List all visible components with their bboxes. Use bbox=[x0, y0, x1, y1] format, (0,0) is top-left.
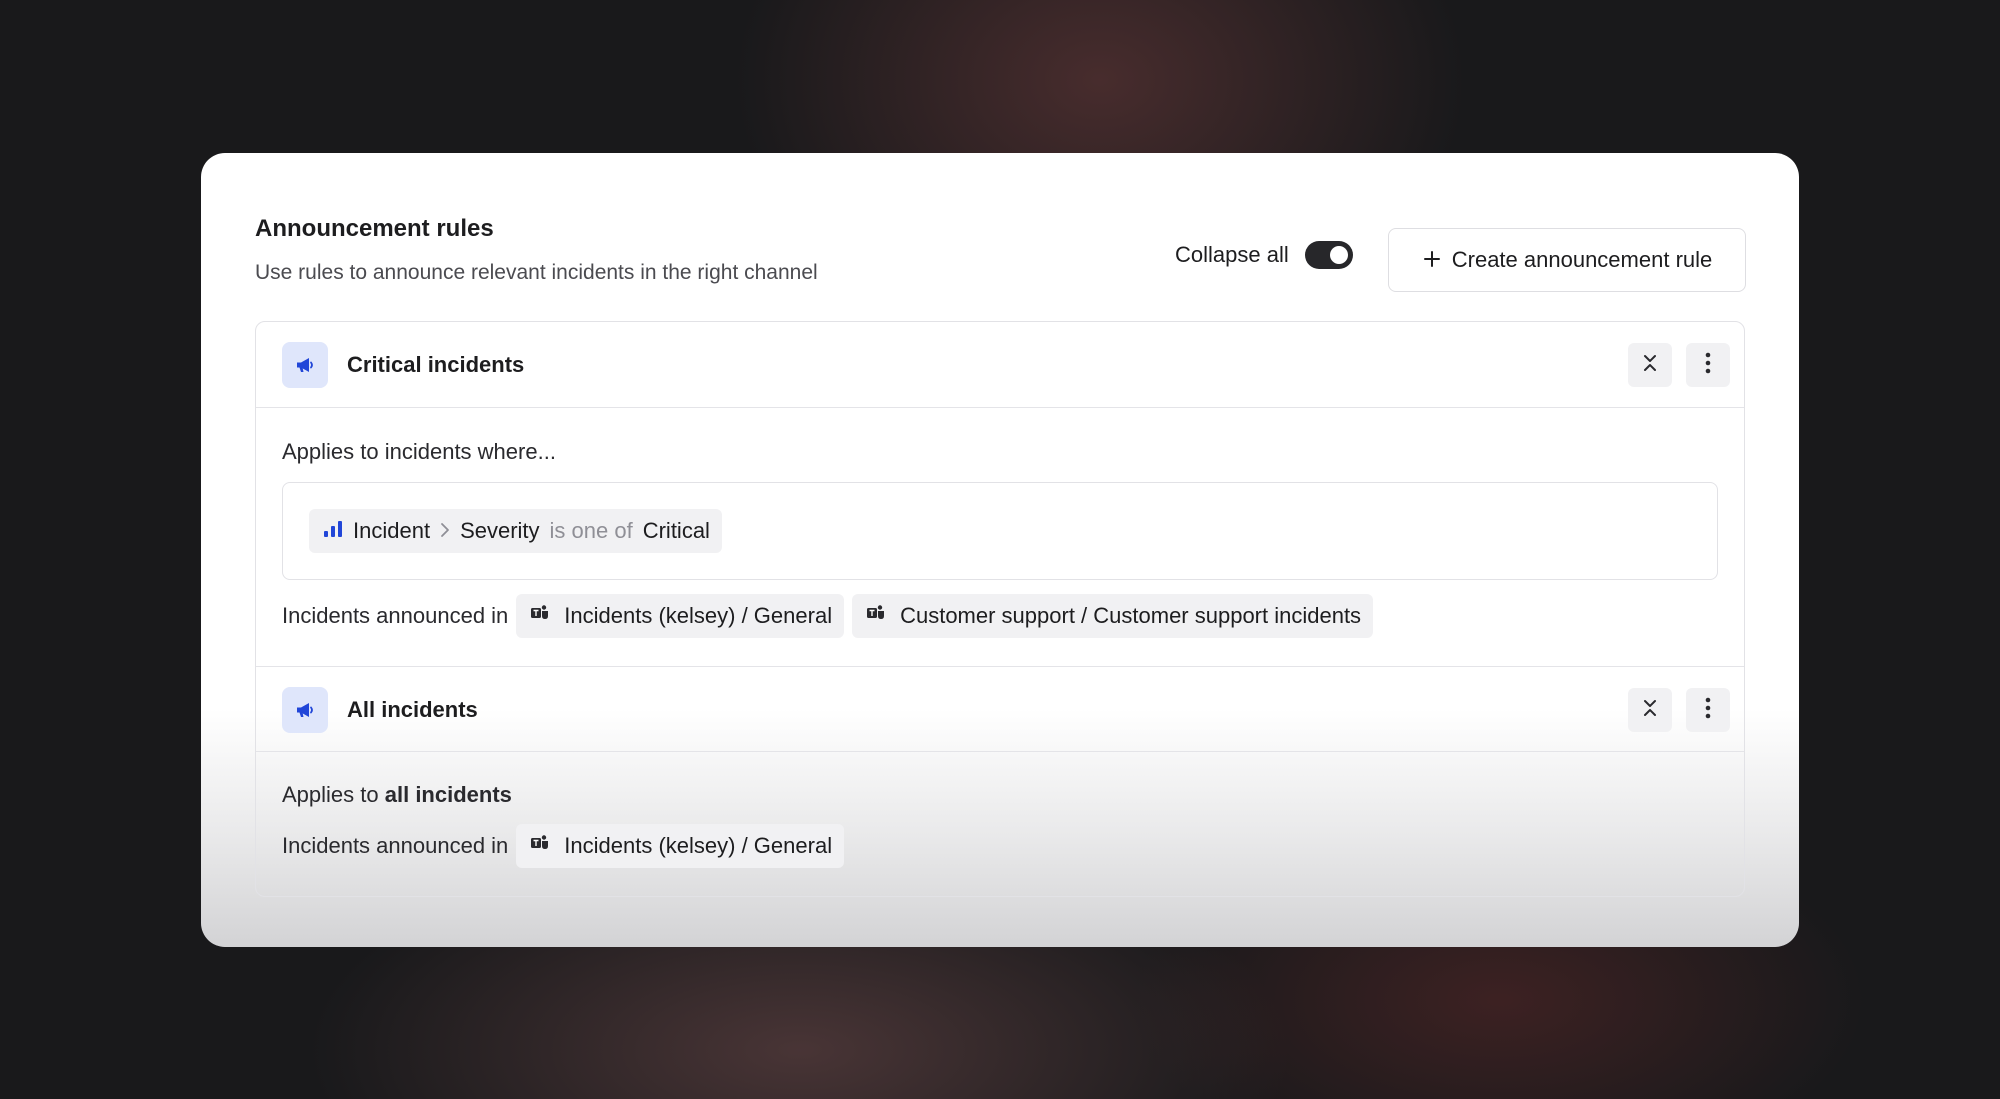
teams-icon bbox=[866, 603, 886, 629]
collapse-all-toggle[interactable] bbox=[1304, 241, 1353, 269]
rule-name: Critical incidents bbox=[347, 352, 525, 377]
megaphone-icon bbox=[282, 342, 328, 388]
teams-icon bbox=[530, 603, 550, 629]
rule-more-button[interactable] bbox=[1686, 688, 1730, 732]
applies-prefix: Applies to bbox=[282, 782, 379, 807]
condition-value: Critical bbox=[642, 518, 710, 543]
channel-pill[interactable]: Incidents (kelsey) / General bbox=[516, 824, 845, 868]
collapse-all-label: Collapse all bbox=[1175, 242, 1289, 267]
create-button-label: Create announcement rule bbox=[1451, 247, 1713, 272]
page-subtitle: Use rules to announce relevant incidents… bbox=[255, 261, 818, 284]
announced-in-row: Incidents announced in Incidents (kelsey… bbox=[282, 594, 1374, 638]
channel-pill[interactable]: Incidents (kelsey) / General bbox=[516, 594, 845, 638]
channel-name: Incidents (kelsey) / General bbox=[564, 603, 833, 628]
collapse-chevrons-icon bbox=[1641, 697, 1659, 724]
severity-bars-icon bbox=[323, 518, 343, 544]
toggle-knob bbox=[1329, 246, 1348, 264]
condition-entity: Incident bbox=[353, 518, 431, 543]
create-announcement-rule-button[interactable]: Create announcement rule bbox=[1388, 228, 1746, 292]
applies-label: Applies to incidents where... bbox=[282, 439, 556, 464]
announced-in-row: Incidents announced in Incidents (kelsey… bbox=[282, 824, 845, 868]
channel-name: Incidents (kelsey) / General bbox=[564, 833, 833, 858]
plus-icon bbox=[1422, 247, 1442, 273]
rule-more-button[interactable] bbox=[1686, 343, 1730, 387]
applies-line: Applies to all incidents bbox=[282, 782, 512, 808]
page-title: Announcement rules bbox=[255, 215, 494, 242]
rule-header-critical[interactable]: Critical incidents bbox=[256, 322, 1744, 408]
rule-header-all[interactable]: All incidents bbox=[256, 666, 1744, 752]
collapse-rule-button[interactable] bbox=[1628, 343, 1672, 387]
megaphone-icon bbox=[282, 687, 328, 733]
teams-icon bbox=[530, 833, 550, 859]
condition-field: Severity bbox=[460, 518, 540, 543]
chevron-right-icon bbox=[440, 518, 450, 544]
condition-operator: is one of bbox=[549, 518, 633, 543]
condition-box: Incident Severity is one of Critical bbox=[282, 482, 1718, 580]
channel-pill[interactable]: Customer support / Customer support inci… bbox=[852, 594, 1374, 638]
rules-list: Critical incidents Applies to incidents … bbox=[255, 321, 1745, 897]
more-vertical-icon bbox=[1705, 351, 1711, 380]
announcement-rules-card: Announcement rules Use rules to announce… bbox=[201, 153, 1799, 947]
collapse-chevrons-icon bbox=[1641, 352, 1659, 379]
announced-in-label: Incidents announced in bbox=[282, 603, 509, 628]
applies-scope: all incidents bbox=[384, 782, 512, 807]
announced-in-label: Incidents announced in bbox=[282, 833, 509, 858]
condition-pill[interactable]: Incident Severity is one of Critical bbox=[309, 509, 722, 553]
channel-name: Customer support / Customer support inci… bbox=[900, 603, 1362, 628]
collapse-all-control: Collapse all bbox=[1175, 241, 1353, 269]
collapse-rule-button[interactable] bbox=[1628, 688, 1672, 732]
more-vertical-icon bbox=[1705, 696, 1711, 725]
rule-name: All incidents bbox=[347, 697, 478, 722]
